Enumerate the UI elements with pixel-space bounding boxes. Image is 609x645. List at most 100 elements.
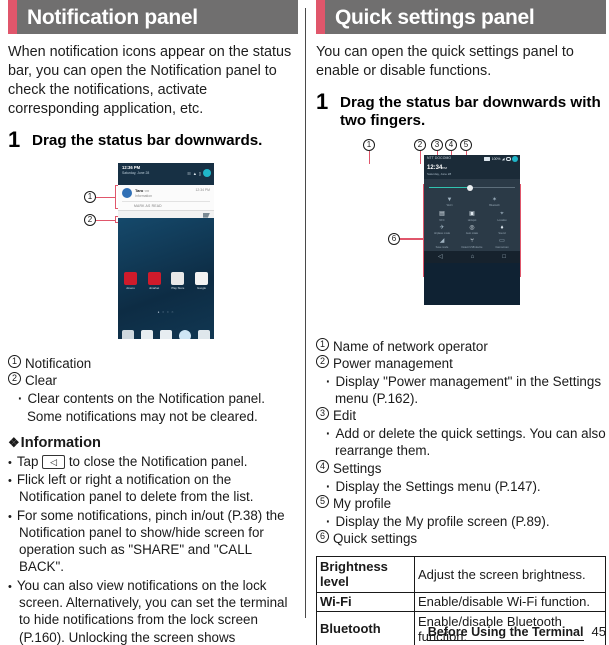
battery-icon xyxy=(484,157,491,161)
home-screen-wallpaper: dmenu dmarket Play Store Google ● ○ ○ ○ xyxy=(118,218,214,340)
table-key: Brightness level xyxy=(316,556,415,593)
tile-auto-rotate[interactable]: ◎ Auto rotate xyxy=(457,224,487,236)
legend-label: Quick settings xyxy=(333,531,418,547)
sound-icon: ♦ xyxy=(500,224,504,231)
left-legend-list: 1 Notification 2 Clear Clear contents on… xyxy=(8,355,298,425)
column-divider xyxy=(305,8,306,618)
left-step-1: 1 Drag the status bar downwards. xyxy=(8,129,298,151)
notification-item[interactable]: Taro ○○ Information 12:34 PM MARK AS REA… xyxy=(118,185,214,211)
dmarket-icon[interactable] xyxy=(147,272,161,286)
home-page-indicator: ● ○ ○ ○ xyxy=(157,310,175,315)
right-column: Quick settings panel You can open the qu… xyxy=(316,0,606,645)
manual-page: Notification panel When notification ico… xyxy=(0,0,609,645)
app-label: dmarket xyxy=(149,286,160,291)
mail-icon[interactable] xyxy=(160,330,172,340)
navigation-bar: ◁ ⌂ □ xyxy=(424,250,520,263)
brightness-slider[interactable] xyxy=(429,184,515,192)
my-profile-icon[interactable] xyxy=(512,156,518,162)
phone-icon[interactable] xyxy=(141,330,153,340)
clock-block: 12:34PM Saturday, June 28 xyxy=(424,163,520,179)
information-bullet: For some notifications, pinch in/out (P.… xyxy=(8,507,298,576)
clock-time-suffix: PM xyxy=(442,165,447,170)
recents-icon[interactable]: □ xyxy=(502,254,506,260)
accent-bar xyxy=(8,0,17,34)
legend-sub-note: Display "Power management" in the Settin… xyxy=(316,373,606,407)
slider-knob[interactable] xyxy=(466,184,473,191)
callout-marker-2: 2 xyxy=(414,138,426,151)
clear-icon[interactable] xyxy=(203,212,210,218)
app-item[interactable]: Play Store xyxy=(171,272,185,290)
callout-marker-2: 2 xyxy=(84,214,96,227)
right-legend-list: 1 Name of network operator 2 Power manag… xyxy=(316,337,606,548)
status-bar: NTT DOCOMO 100% ◢ xyxy=(424,154,520,164)
callout-leader-1 xyxy=(368,150,371,164)
clear-bar[interactable] xyxy=(118,210,214,219)
app-drawer-icon[interactable] xyxy=(122,330,134,340)
legend-number: 5 xyxy=(316,494,329,508)
legend-item: 2 Clear xyxy=(8,372,298,389)
browser-icon[interactable] xyxy=(179,330,191,340)
tile-save-mode[interactable]: ◢ Save mode xyxy=(427,237,457,249)
tile-label: Bluetooth xyxy=(489,204,500,207)
information-heading-label: Information xyxy=(20,434,101,451)
legend-number: 6 xyxy=(316,530,329,544)
tile-cast-screen[interactable]: ▭ Cast screen xyxy=(487,237,517,249)
wifi-icon: ▲ xyxy=(192,170,197,176)
legend-sub-note: Display the Settings menu (P.147). xyxy=(316,478,606,495)
tile-label: Airplane mode xyxy=(433,232,451,235)
legend-label: Edit xyxy=(333,408,357,424)
tile-label: Detect USB device xyxy=(461,245,483,249)
menu-icon[interactable] xyxy=(198,330,210,340)
legend-item: 6 Quick settings xyxy=(316,530,606,547)
legend-number: 4 xyxy=(316,459,329,473)
status-bar: 12:36 PM Saturday, June 28 ☷ ▲ ▯ xyxy=(118,163,214,186)
app-item[interactable]: dmenu xyxy=(124,272,137,290)
dmenu-icon[interactable] xyxy=(124,272,137,286)
left-step-number: 1 xyxy=(8,127,21,153)
back-icon[interactable]: ◁ xyxy=(438,254,443,260)
gear-icon[interactable] xyxy=(506,156,511,162)
table-row: Brightness level Adjust the screen brigh… xyxy=(316,556,606,593)
right-intro-paragraph: You can open the quick settings panel to… xyxy=(316,44,574,80)
legend-number: 1 xyxy=(316,337,329,351)
app-item[interactable]: Google xyxy=(194,272,208,290)
power-management-icon[interactable]: ◢ xyxy=(502,157,505,161)
table-row: Wi-Fi Enable/disable Wi-Fi function. xyxy=(316,591,606,613)
tile-location[interactable]: ⌖ Location xyxy=(487,210,517,222)
callout-leader-2 xyxy=(96,219,115,222)
home-icon[interactable]: ⌂ xyxy=(471,254,475,260)
tile-airplane-mode[interactable]: ✈ Airplane mode xyxy=(427,224,457,236)
tile-nfc[interactable]: ▤ NFC xyxy=(427,210,457,222)
notification-action-button[interactable]: MARK AS READ xyxy=(122,201,210,208)
table-value: Enable/disable Wi-Fi function. xyxy=(414,591,606,613)
legend-number: 2 xyxy=(316,354,329,368)
information-bullets: Tap ◁ to close the Notification panel. F… xyxy=(8,453,298,645)
play-store-icon[interactable] xyxy=(171,272,185,286)
legend-item: 5 My profile xyxy=(316,494,606,512)
footer-page-number: 45 xyxy=(591,624,606,639)
legend-sub-note: Display the My profile screen (P.89). xyxy=(316,513,606,530)
legend-item: 1 Notification xyxy=(8,355,298,372)
legend-label: Power management xyxy=(333,355,453,371)
notification-panel-phone-mock: 12:36 PM Saturday, June 28 ☷ ▲ ▯ Taro ○○ xyxy=(118,163,214,340)
clock-time: 12:34PM xyxy=(427,165,517,171)
app-item[interactable]: dmarket xyxy=(147,272,161,291)
tile-label: Sound xyxy=(498,232,506,235)
auto-rotate-icon: ◎ xyxy=(469,224,475,231)
legend-item: 1 Name of network operator xyxy=(316,337,606,355)
back-key-icon: ◁ xyxy=(42,454,66,469)
accent-bar xyxy=(316,0,325,34)
google-folder-icon[interactable] xyxy=(194,272,208,286)
profile-avatar-icon xyxy=(203,169,211,178)
legend-item: 4 Settings xyxy=(316,459,606,477)
tile-detect-usb-device[interactable]: ⑂ Detect USB device xyxy=(457,237,487,249)
tile-wifi[interactable]: ▼ Wi-Fi xyxy=(427,196,472,208)
app-label: dmenu xyxy=(126,286,135,291)
tile-sound[interactable]: ♦ Sound xyxy=(487,224,517,236)
notification-text: Taro ○○ Information xyxy=(135,188,192,198)
left-step-text: Drag the status bar downwards. xyxy=(32,132,263,150)
tile-bluetooth[interactable]: ✶ Bluetooth xyxy=(472,196,517,208)
information-bullet: Tap ◁ to close the Notification panel. xyxy=(8,453,298,470)
tile-hotspot[interactable]: ▣ Hotspot xyxy=(457,210,487,222)
legend-sub-note: Add or delete the quick settings. You ca… xyxy=(316,425,606,459)
